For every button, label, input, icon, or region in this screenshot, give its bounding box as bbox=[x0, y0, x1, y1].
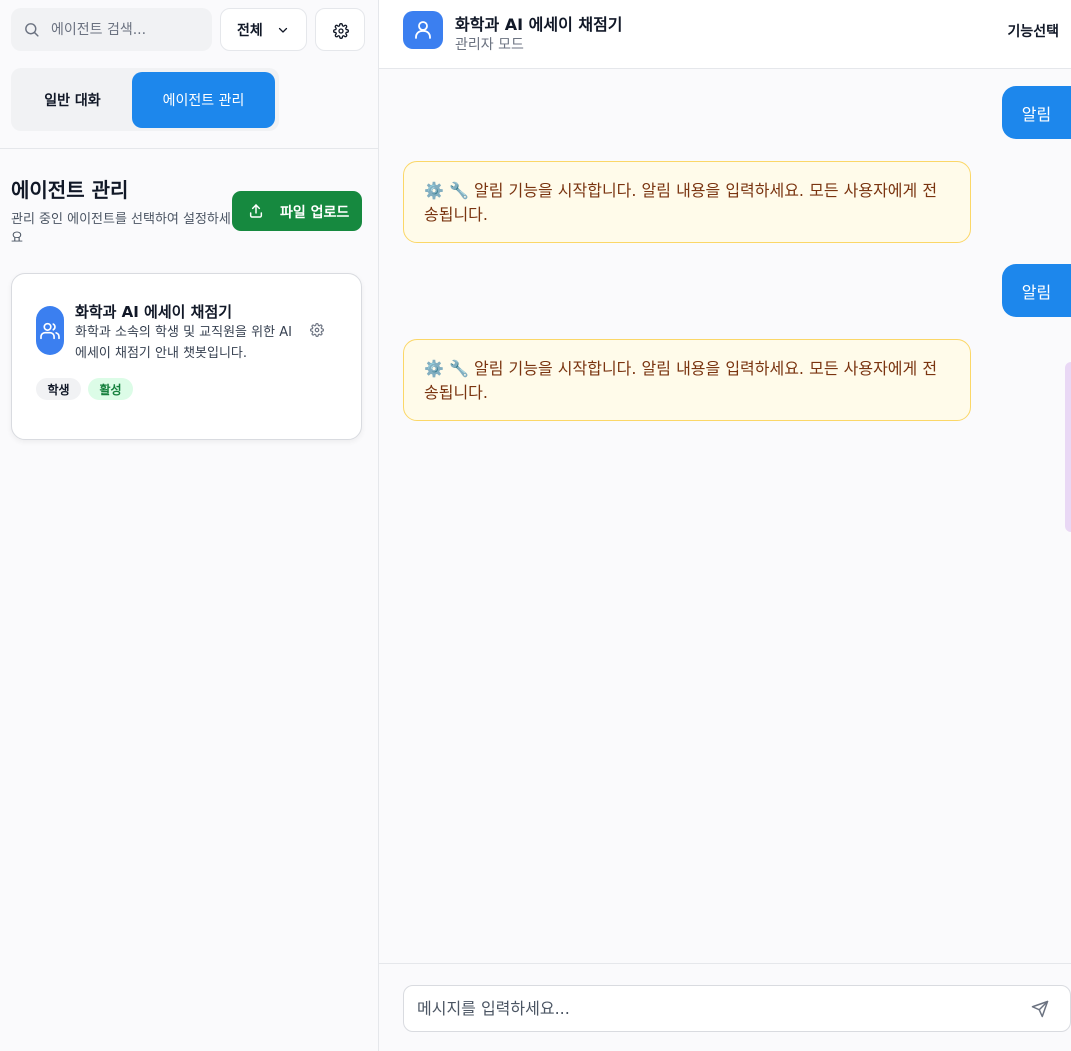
upload-file-label: 파일 업로드 bbox=[280, 205, 350, 221]
mode-tabs: 일반 대화 에이전트 관리 bbox=[11, 68, 279, 131]
search-box[interactable] bbox=[11, 8, 212, 51]
chevron-down-icon bbox=[278, 27, 288, 33]
upload-icon bbox=[249, 204, 263, 218]
role-badge: 학생 bbox=[36, 378, 81, 400]
composer bbox=[379, 963, 1071, 1051]
sidebar: 전체 일반 대화 에이전트 관리 에이전트 관리 관리 중인 에이전트를 선택하… bbox=[0, 0, 379, 1051]
filter-dropdown[interactable]: 전체 bbox=[220, 8, 307, 51]
settings-button[interactable] bbox=[315, 8, 365, 51]
bot-message: ⚙️ 🔧 알림 기능을 시작합니다. 알림 내용을 입력하세요. 모든 사용자에… bbox=[403, 339, 971, 421]
avatar bbox=[36, 306, 64, 355]
chat-panel: 화학과 AI 에세이 채점기 관리자 모드 기능선택 알림 ⚙️ 🔧 알림 기능… bbox=[379, 0, 1071, 1051]
tab-general-chat[interactable]: 일반 대화 bbox=[13, 72, 132, 128]
agent-card[interactable]: 화학과 AI 에세이 채점기 화학과 소속의 학생 및 교직원을 위한 AI 에… bbox=[11, 273, 362, 440]
tab-agent-management[interactable]: 에이전트 관리 bbox=[132, 72, 275, 128]
user-message: 알림 bbox=[1002, 264, 1071, 317]
section-title: 에이전트 관리 bbox=[11, 178, 129, 202]
message-input[interactable] bbox=[417, 986, 1017, 1031]
send-icon[interactable] bbox=[1031, 1000, 1049, 1018]
message-input-box[interactable] bbox=[403, 985, 1071, 1032]
bot-message: ⚙️ 🔧 알림 기능을 시작합니다. 알림 내용을 입력하세요. 모든 사용자에… bbox=[403, 161, 971, 243]
page-title: 화학과 AI 에세이 채점기 bbox=[455, 15, 623, 34]
divider bbox=[0, 148, 379, 149]
search-input[interactable] bbox=[51, 8, 206, 51]
chat-header: 화학과 AI 에세이 채점기 관리자 모드 기능선택 bbox=[379, 0, 1071, 69]
user-message: 알림 bbox=[1002, 86, 1071, 139]
status-badge: 활성 bbox=[88, 378, 133, 400]
filter-selected: 전체 bbox=[237, 22, 263, 39]
agent-name: 화학과 AI 에세이 채점기 bbox=[75, 303, 233, 321]
side-panel-edge bbox=[1065, 362, 1071, 532]
upload-file-button[interactable]: 파일 업로드 bbox=[232, 191, 362, 231]
avatar bbox=[403, 11, 443, 49]
gear-icon[interactable] bbox=[310, 323, 324, 337]
users-icon bbox=[40, 322, 60, 340]
section-description: 관리 중인 에이전트를 선택하여 설정하세요 bbox=[11, 212, 231, 246]
gear-icon bbox=[333, 23, 349, 39]
user-icon bbox=[415, 21, 431, 39]
page-subtitle: 관리자 모드 bbox=[455, 37, 524, 53]
feature-select-button[interactable]: 기능선택 bbox=[1007, 21, 1059, 41]
search-icon bbox=[25, 23, 39, 37]
agent-description: 화학과 소속의 학생 및 교직원을 위한 AI 에세이 채점기 안내 챗봇입니다… bbox=[75, 325, 292, 361]
